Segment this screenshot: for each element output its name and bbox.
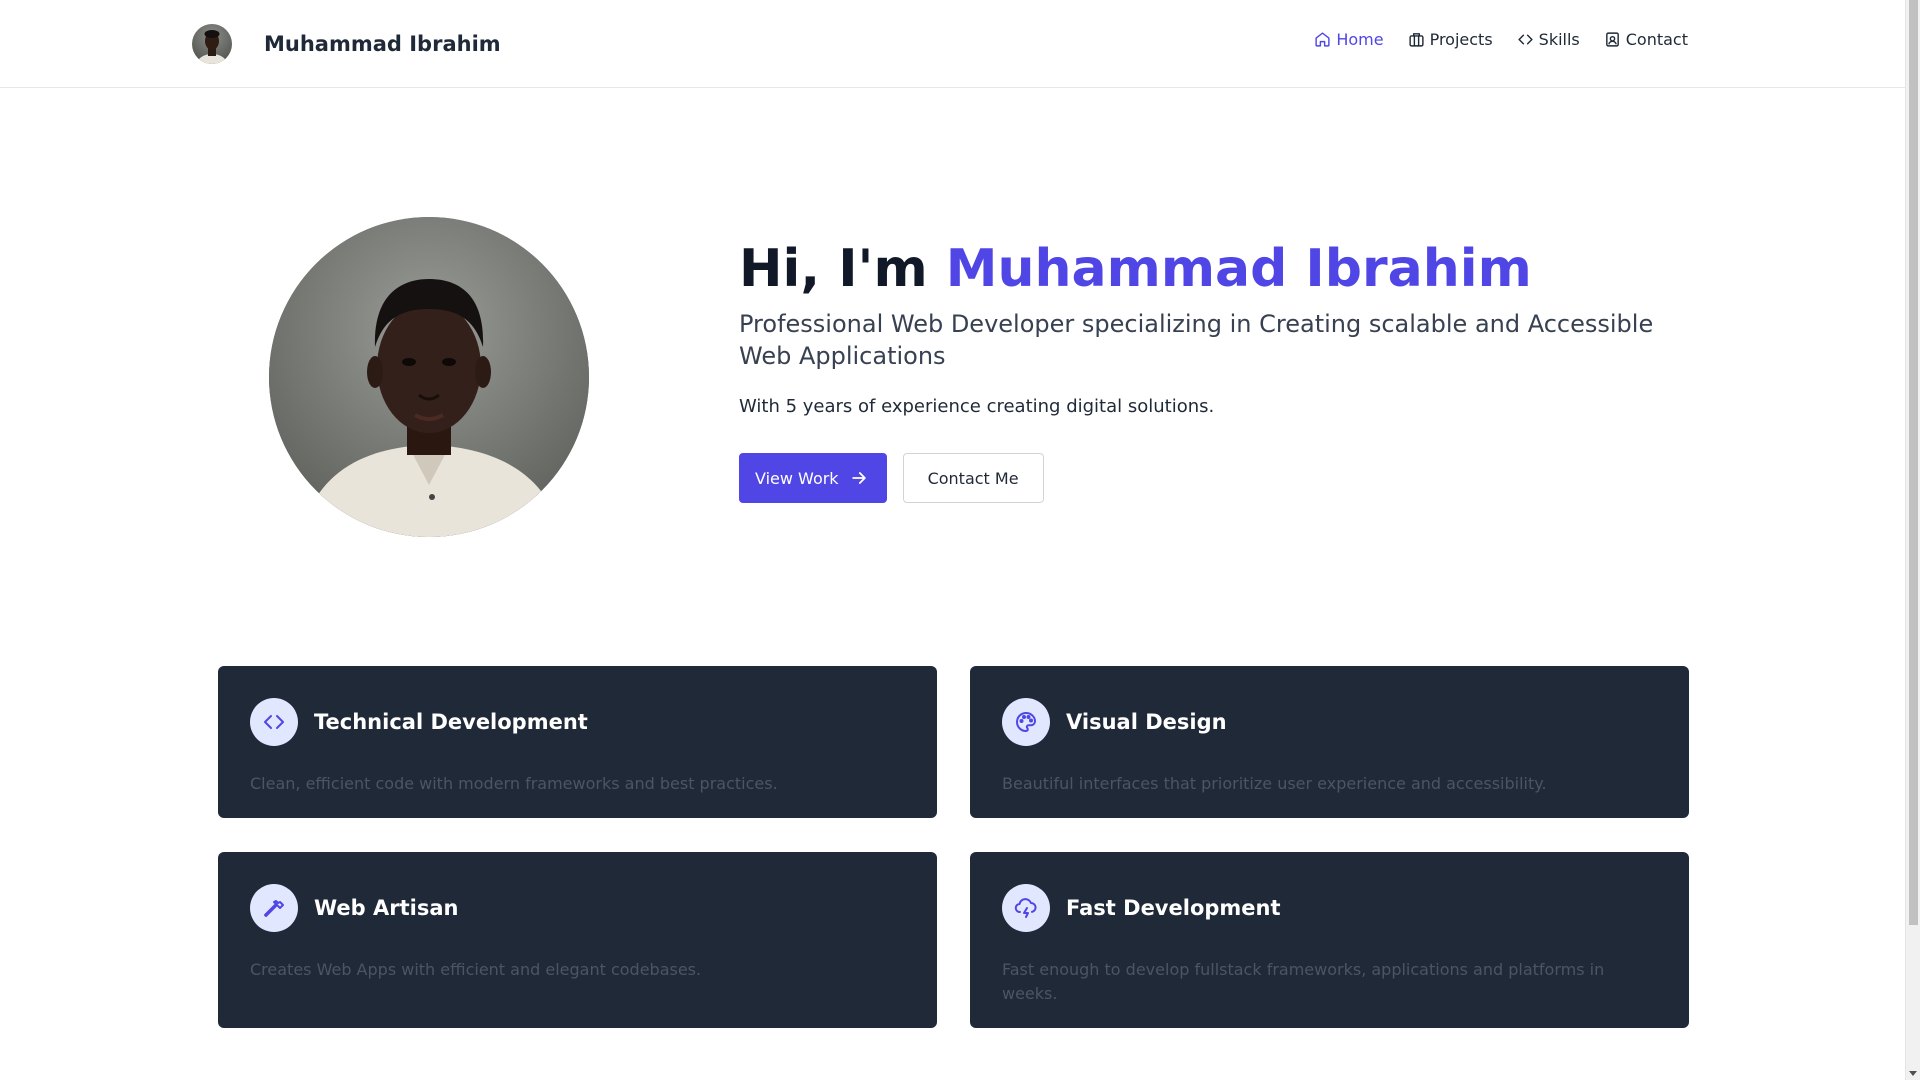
code-icon — [1518, 34, 1533, 45]
nav-projects-label: Projects — [1429, 30, 1493, 49]
code-icon — [250, 698, 298, 746]
contact-me-button[interactable]: Contact Me — [902, 453, 1044, 503]
card-title: Web Artisan — [314, 896, 459, 920]
feature-card-artisan: Web Artisan Creates Web Apps with effici… — [218, 852, 937, 1028]
feature-card-fast: Fast Development Fast enough to develop … — [970, 852, 1689, 1028]
hero-buttons: View Work Contact Me — [739, 453, 1699, 503]
home-icon — [1315, 32, 1330, 47]
hero-title: Hi, I'm Muhammad Ibrahim — [739, 238, 1699, 300]
card-title: Visual Design — [1066, 710, 1227, 734]
card-description: Creates Web Apps with efficient and eleg… — [250, 960, 702, 979]
main-nav: Home Projects Skills Contact — [1314, 30, 1688, 49]
card-description: Clean, efficient code with modern framew… — [250, 774, 778, 793]
hero-name: Muhammad Ibrahim — [945, 239, 1532, 299]
nav-projects[interactable]: Projects — [1408, 30, 1493, 49]
card-description: Fast enough to develop fullstack framewo… — [1002, 960, 1605, 1003]
hammer-icon — [250, 884, 298, 932]
site-header: Muhammad Ibrahim Home Projects Skills Co… — [0, 0, 1905, 88]
contact-icon — [1605, 32, 1619, 47]
cloud-lightning-icon — [1002, 884, 1050, 932]
card-description: Beautiful interfaces that prioritize use… — [1002, 774, 1547, 793]
hero-greeting: Hi, I'm — [739, 239, 946, 299]
card-title: Technical Development — [314, 710, 588, 734]
nav-home[interactable]: Home — [1314, 30, 1384, 49]
scroll-down-icon[interactable] — [1909, 1071, 1917, 1076]
view-work-button[interactable]: View Work — [739, 453, 887, 503]
brand[interactable]: Muhammad Ibrahim — [192, 24, 501, 64]
brand-name: Muhammad Ibrahim — [264, 32, 501, 56]
feature-card-technical: Technical Development Clean, efficient c… — [218, 666, 937, 818]
nav-home-label: Home — [1336, 30, 1384, 49]
nav-skills-label: Skills — [1538, 30, 1580, 49]
feature-card-visual: Visual Design Beautiful interfaces that … — [970, 666, 1689, 818]
profile-photo — [269, 217, 589, 537]
palette-icon — [1002, 698, 1050, 746]
scrollbar-thumb[interactable] — [1909, 0, 1918, 925]
briefcase-icon — [1408, 33, 1424, 47]
hero-subtitle: Professional Web Developer specializing … — [739, 310, 1654, 370]
nav-contact-label: Contact — [1625, 30, 1688, 49]
nav-contact[interactable]: Contact — [1604, 30, 1688, 49]
hero-experience: With 5 years of experience creating digi… — [739, 396, 1215, 417]
page-scrollbar[interactable] — [1905, 0, 1920, 1080]
view-work-label: View Work — [755, 468, 839, 488]
hero-section: Hi, I'm Muhammad Ibrahim Professional We… — [739, 238, 1699, 503]
nav-skills[interactable]: Skills — [1517, 30, 1580, 49]
card-title: Fast Development — [1066, 896, 1281, 920]
arrow-right-icon — [851, 472, 866, 484]
avatar — [192, 24, 232, 64]
